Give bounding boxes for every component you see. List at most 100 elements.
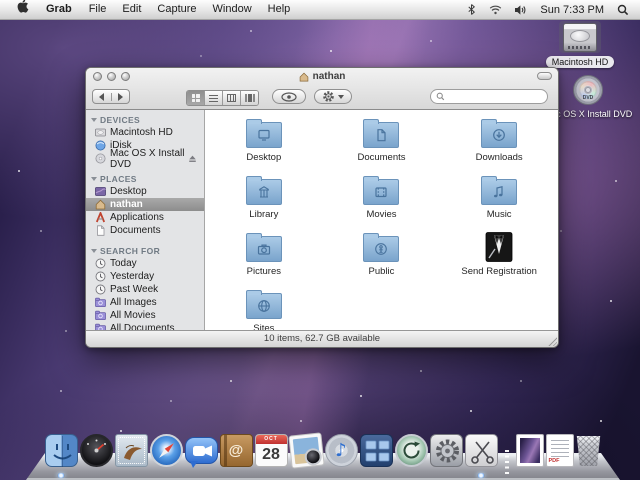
sidebar-item-install-dvd[interactable]: Mac OS X Install DVD [86, 152, 204, 165]
sidebar-item-all-images[interactable]: All Images [86, 296, 204, 309]
iphoto-icon [288, 432, 324, 468]
resize-grip[interactable] [547, 336, 557, 346]
dock-safari[interactable] [150, 434, 183, 467]
search-field[interactable] [430, 89, 548, 104]
dock-trash[interactable] [576, 436, 602, 467]
back-button[interactable] [93, 93, 111, 101]
menu-bar-clock[interactable]: Sun 7:33 PM [536, 4, 608, 16]
sidebar-item-today[interactable]: Today [86, 257, 204, 270]
quick-look-button[interactable] [272, 89, 306, 104]
file-send-registration[interactable]: Send Registration [440, 229, 558, 286]
spotlight-icon [617, 4, 629, 16]
idisk-globe-icon [95, 140, 106, 151]
dock-spaces[interactable] [360, 434, 393, 467]
dock-address-book[interactable] [220, 434, 253, 467]
wifi-menu-extra[interactable] [486, 4, 505, 15]
camera-lens-icon [303, 447, 322, 466]
forward-button[interactable] [111, 93, 130, 101]
nav-buttons [92, 89, 130, 104]
sidebar-item-applications[interactable]: Applications [86, 211, 204, 224]
sidebar-item-yesterday[interactable]: Yesterday [86, 270, 204, 283]
icon-view-button[interactable] [187, 91, 204, 105]
coverflow-view-button[interactable] [240, 91, 258, 105]
folder-music[interactable]: Music [440, 172, 558, 229]
folder-public[interactable]: Public [323, 229, 441, 286]
public-glyph-icon [373, 242, 389, 256]
dock-picture-document[interactable] [516, 434, 544, 467]
menu-edit[interactable]: Edit [114, 0, 149, 19]
dock-finder[interactable] [45, 434, 78, 467]
sidebar-item-documents[interactable]: Documents [86, 224, 204, 237]
finder-icon [45, 434, 78, 467]
folder-desktop[interactable]: Desktop [205, 115, 323, 172]
apple-menu[interactable] [8, 0, 37, 20]
sidebar-item-all-movies[interactable]: All Movies [86, 309, 204, 322]
pdf-label: PDF [549, 458, 560, 464]
dock-time-machine[interactable] [395, 434, 428, 467]
folder-icon [363, 236, 399, 262]
dock-system-preferences[interactable] [430, 434, 463, 467]
list-view-button[interactable] [204, 91, 222, 105]
dock-grab[interactable] [465, 434, 498, 467]
window-title: nathan [86, 70, 558, 83]
sidebar-section-devices[interactable]: DEVICES [86, 113, 204, 126]
folder-pictures[interactable]: Pictures [205, 229, 323, 286]
dock-pdf-document[interactable]: PDF [546, 434, 574, 467]
column-view-button[interactable] [222, 91, 240, 105]
title-bar[interactable]: nathan [86, 68, 558, 84]
address-book-icon [220, 434, 253, 467]
menu-file[interactable]: File [81, 0, 115, 19]
spotlight-menu-extra[interactable] [614, 4, 632, 16]
ical-day: 28 [256, 444, 287, 466]
back-arrow-icon [99, 93, 104, 101]
sidebar-item-nathan[interactable]: nathan [86, 198, 204, 211]
dock-mail[interactable] [115, 434, 148, 467]
smart-folder-icon [95, 323, 106, 330]
desktop-icon-macintosh-hd[interactable]: Macintosh HD [548, 21, 612, 68]
sidebar-item-past-week[interactable]: Past Week [86, 283, 204, 296]
eye-icon [281, 92, 297, 102]
pdf-document-icon: PDF [546, 434, 574, 467]
folder-library[interactable]: Library [205, 172, 323, 229]
pictures-glyph-icon [256, 243, 272, 256]
sidebar-item-all-documents[interactable]: All Documents [86, 322, 204, 330]
bluetooth-menu-extra[interactable] [463, 3, 480, 16]
forward-arrow-icon [118, 93, 123, 101]
icon-view-icon [192, 94, 200, 102]
dvd-engraving: DVD [574, 95, 602, 101]
tuxedo-registration-icon [485, 232, 513, 262]
sidebar-item-desktop[interactable]: Desktop [86, 185, 204, 198]
folder-icon [246, 122, 282, 148]
folder-downloads[interactable]: Downloads [440, 115, 558, 172]
applications-a-icon [95, 212, 106, 223]
grab-scissors-icon [465, 434, 498, 467]
sidebar-section-places[interactable]: PLACES [86, 172, 204, 185]
dock-ichat[interactable] [185, 437, 218, 467]
menu-app-grab[interactable]: Grab [37, 0, 81, 19]
menu-help[interactable]: Help [260, 0, 299, 19]
downloads-glyph-icon [491, 128, 507, 142]
sidebar-section-search-for[interactable]: SEARCH FOR [86, 244, 204, 257]
music-glyph-icon [491, 185, 507, 199]
disclosure-triangle-icon [91, 177, 97, 181]
view-mode-control [186, 90, 259, 106]
volume-menu-extra[interactable] [511, 4, 530, 16]
movies-glyph-icon [373, 186, 389, 199]
dock-ical[interactable]: OCT 28 [255, 434, 288, 467]
safari-compass-icon [150, 434, 183, 467]
menu-window[interactable]: Window [205, 0, 260, 19]
sidebar-item-macintosh-hd[interactable]: Macintosh HD [86, 126, 204, 139]
clock-icon [95, 284, 106, 295]
dock-itunes[interactable] [325, 434, 358, 467]
toolbar-toggle-pill[interactable] [537, 72, 552, 80]
column-view-icon [227, 94, 236, 102]
dock-dashboard[interactable] [80, 434, 113, 467]
sites-glyph-icon [256, 299, 272, 313]
eject-icon[interactable] [188, 154, 197, 163]
menu-capture[interactable]: Capture [149, 0, 204, 19]
dock-iphoto[interactable] [290, 434, 323, 467]
folder-documents[interactable]: Documents [323, 115, 441, 172]
folder-movies[interactable]: Movies [323, 172, 441, 229]
aurora-thumbnail [520, 438, 540, 463]
action-button[interactable] [314, 89, 352, 104]
